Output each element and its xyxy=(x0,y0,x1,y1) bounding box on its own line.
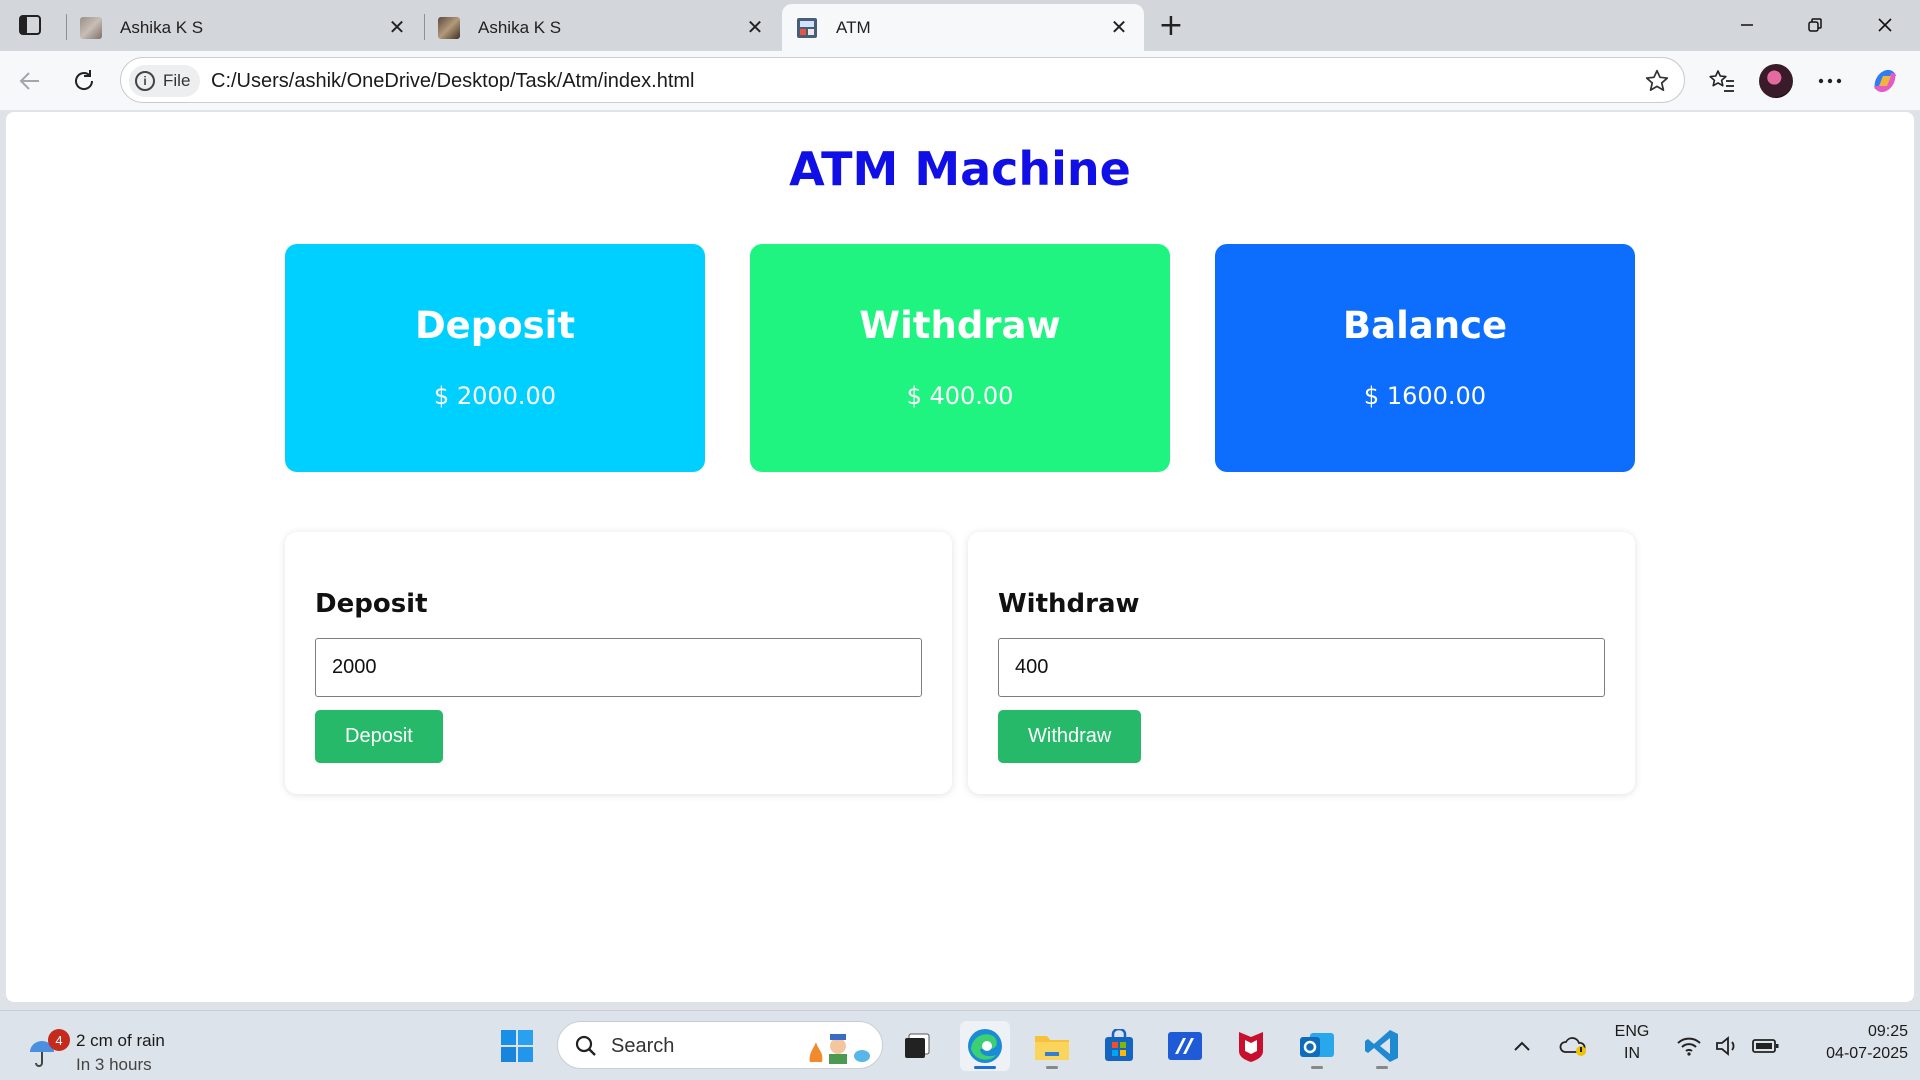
refresh-icon[interactable] xyxy=(66,63,102,99)
close-tab-icon[interactable]: ✕ xyxy=(744,17,766,39)
tab-actions-icon[interactable] xyxy=(14,10,46,40)
close-tab-icon[interactable]: ✕ xyxy=(1108,17,1130,39)
start-button[interactable] xyxy=(492,1021,542,1071)
mcafee-web-icon[interactable] xyxy=(1160,1021,1210,1071)
notification-badge: 4 xyxy=(48,1029,70,1051)
tab-title: Ashika K S xyxy=(478,17,562,37)
page-title: ATM Machine xyxy=(789,142,1131,196)
tab-title: Ashika K S xyxy=(120,17,204,37)
task-view-icon[interactable] xyxy=(892,1021,942,1071)
deposit-amount-input[interactable] xyxy=(315,638,922,697)
clock[interactable]: 09:25 04-07-2025 xyxy=(1788,1023,1908,1063)
copilot-icon[interactable] xyxy=(1868,64,1902,98)
outlook-icon[interactable] xyxy=(1292,1021,1342,1071)
wifi-icon xyxy=(1677,1037,1701,1056)
withdraw-heading: Withdraw xyxy=(998,589,1140,619)
restore-icon[interactable] xyxy=(1790,8,1840,42)
page-viewport: ATM Machine Deposit $ 2000.00 Withdraw $… xyxy=(6,112,1914,1002)
show-hidden-icons-icon[interactable] xyxy=(1502,1021,1542,1071)
card-amount: $ 2000.00 xyxy=(433,382,557,410)
tab-favicon-icon xyxy=(80,16,102,39)
withdraw-amount-input[interactable] xyxy=(998,638,1605,697)
microsoft-store-icon[interactable] xyxy=(1094,1021,1144,1071)
tab-atm[interactable]: ATM ✕ xyxy=(782,4,1144,51)
taskbar-search[interactable]: Search xyxy=(557,1021,883,1069)
tab-title: ATM xyxy=(836,17,871,37)
new-tab-icon[interactable]: + xyxy=(1154,8,1188,43)
running-indicator xyxy=(1046,1066,1058,1069)
edge-icon[interactable] xyxy=(960,1021,1010,1071)
close-tab-icon[interactable]: ✕ xyxy=(386,17,408,39)
withdraw-summary-card: Withdraw $ 400.00 xyxy=(750,244,1170,472)
deposit-heading: Deposit xyxy=(315,589,428,619)
back-icon[interactable] xyxy=(12,63,48,99)
deposit-button[interactable]: Deposit xyxy=(315,710,443,763)
tab-ashika-1[interactable]: Ashika K S ✕ xyxy=(66,4,422,51)
info-icon: i xyxy=(135,71,155,91)
active-indicator xyxy=(974,1066,996,1069)
deposit-panel: Deposit Deposit xyxy=(285,532,952,794)
minimize-icon[interactable] xyxy=(1722,8,1772,42)
search-highlight-icon xyxy=(809,1034,870,1064)
windows-icon xyxy=(501,1030,533,1062)
card-label: Withdraw xyxy=(859,304,1061,347)
onedrive-warning-icon[interactable] xyxy=(1552,1021,1596,1071)
balance-summary-card: Balance $ 1600.00 xyxy=(1215,244,1635,472)
site-chip-label: File xyxy=(163,71,191,90)
favorites-icon[interactable] xyxy=(1705,64,1739,98)
mcafee-icon[interactable] xyxy=(1226,1021,1276,1071)
site-info-chip[interactable]: i File xyxy=(129,65,201,97)
file-explorer-icon[interactable] xyxy=(1027,1021,1077,1071)
favorite-star-icon[interactable] xyxy=(1644,68,1670,94)
vscode-icon[interactable] xyxy=(1357,1021,1407,1071)
tab-ashika-2[interactable]: Ashika K S ✕ xyxy=(424,4,780,51)
running-indicator xyxy=(1311,1066,1323,1069)
url-text[interactable]: C:/Users/ashik/OneDrive/Desktop/Task/Atm… xyxy=(211,58,695,104)
withdraw-panel: Withdraw Withdraw xyxy=(968,532,1635,794)
withdraw-button[interactable]: Withdraw xyxy=(998,710,1142,763)
language-line-2: IN xyxy=(1624,1045,1640,1062)
profile-avatar[interactable] xyxy=(1759,64,1793,98)
tab-favicon-icon xyxy=(438,16,460,39)
atm-favicon-icon xyxy=(796,17,818,39)
clock-date: 04-07-2025 xyxy=(1826,1045,1908,1062)
search-label: Search xyxy=(611,1035,675,1057)
volume-icon xyxy=(1716,1036,1735,1056)
card-label: Deposit xyxy=(414,304,576,347)
browser-toolbar: i File C:/Users/ashik/OneDrive/Desktop/T… xyxy=(0,51,1920,110)
card-amount: $ 400.00 xyxy=(906,382,1014,410)
search-icon xyxy=(575,1035,596,1056)
card-label: Balance xyxy=(1342,304,1508,347)
more-options-icon[interactable] xyxy=(1813,64,1847,98)
tab-strip: Ashika K S ✕ Ashika K S ✕ ATM ✕ + xyxy=(0,0,1920,51)
address-bar[interactable]: i File C:/Users/ashik/OneDrive/Desktop/T… xyxy=(120,57,1685,103)
taskbar: 4 2 cm of rain In 3 hours Search ENG IN … xyxy=(0,1010,1920,1080)
weather-line-1: 2 cm of rain xyxy=(76,1031,165,1050)
running-indicator xyxy=(1376,1066,1388,1069)
language-indicator[interactable]: ENG IN xyxy=(1606,1023,1658,1063)
weather-line-2: In 3 hours xyxy=(76,1055,152,1074)
clock-time: 09:25 xyxy=(1867,1023,1908,1040)
weather-widget[interactable]: 4 2 cm of rain In 3 hours xyxy=(26,1021,186,1074)
language-line-1: ENG xyxy=(1614,1023,1650,1040)
deposit-summary-card: Deposit $ 2000.00 xyxy=(285,244,705,472)
card-amount: $ 1600.00 xyxy=(1363,382,1487,410)
quick-settings[interactable] xyxy=(1668,1021,1788,1071)
battery-icon xyxy=(1752,1039,1779,1053)
close-window-icon[interactable] xyxy=(1860,8,1910,42)
